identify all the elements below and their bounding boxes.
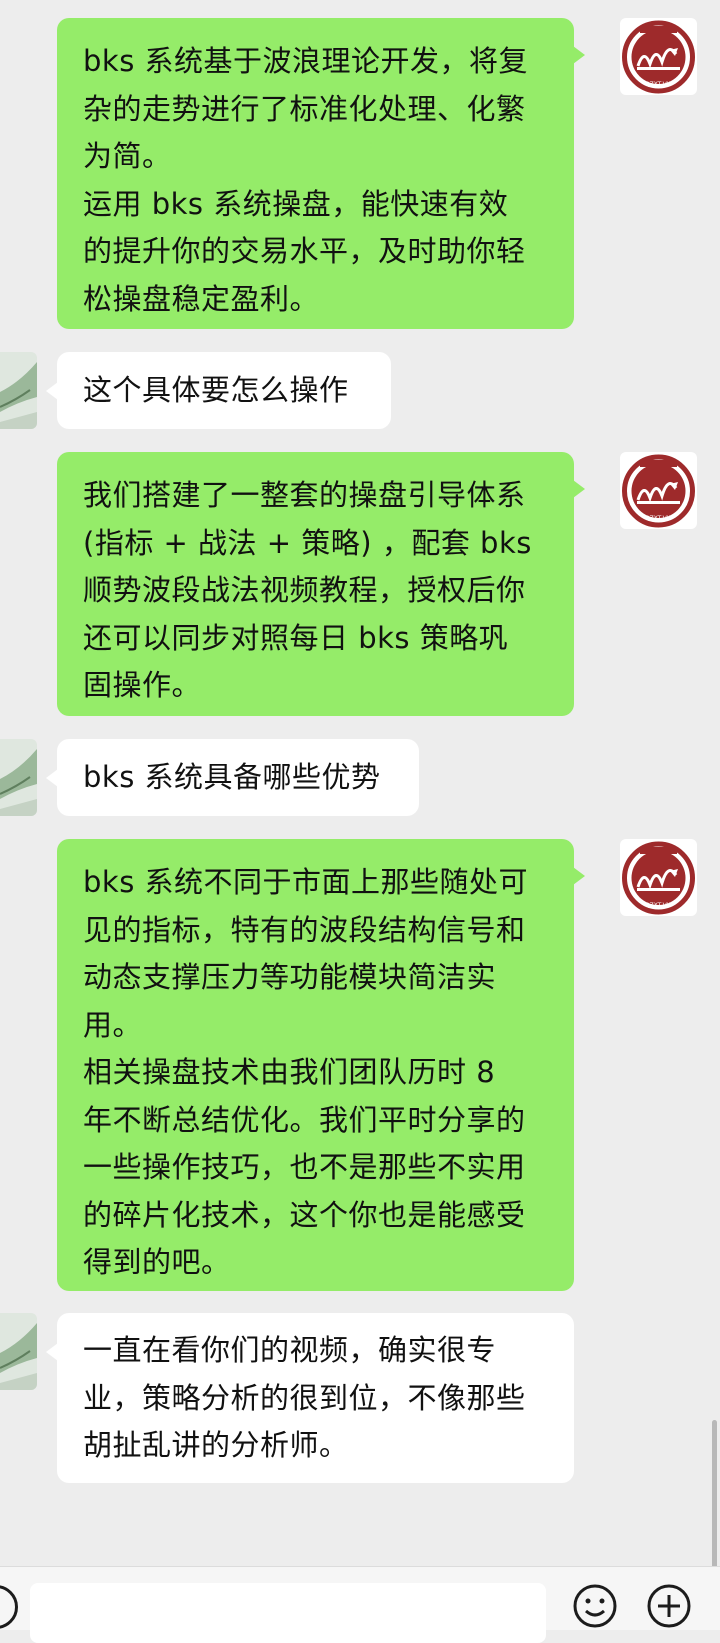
chat-area[interactable]: bks 系统基于波浪理论开发，将复 杂的走势进行了标准化处理、化繁 为简。 运用…	[0, 0, 720, 1566]
message-line: (指标 + 战法 + 策略) ，配套 bks	[83, 525, 532, 560]
message-line: 顺势波段战法视频教程，授权后你	[83, 573, 526, 607]
message-line: 这个具体要怎么操作	[83, 373, 349, 407]
avatar-self[interactable]: QZXT.VIP	[620, 452, 697, 529]
avatar-contact[interactable]	[0, 739, 37, 816]
avatar-self[interactable]: QZXT.VIP	[620, 839, 697, 916]
message-bubble-incoming[interactable]: 这个具体要怎么操作	[46, 352, 391, 429]
message-line: 得到的吧。	[83, 1245, 231, 1279]
brand-logo-icon: QZXT.VIP	[622, 20, 695, 94]
plant-photo-icon	[0, 352, 37, 429]
message-line: 年不断总结优化。我们平时分享的	[83, 1102, 526, 1137]
avatar-contact[interactable]	[0, 1313, 37, 1390]
message-bubble-outgoing[interactable]: bks 系统基于波浪理论开发，将复 杂的走势进行了标准化处理、化繁 为简。 运用…	[57, 18, 585, 329]
svg-text:QZXT.VIP: QZXT.VIP	[645, 902, 673, 909]
message-line: 杂的走势进行了标准化处理、化繁	[83, 91, 526, 126]
message-line: 动态支撑压力等功能模块简洁实	[83, 960, 497, 994]
voice-icon[interactable]	[0, 1585, 18, 1629]
chat-scrollbar[interactable]	[712, 1420, 717, 1566]
message-line: 胡扯乱讲的分析师。	[83, 1428, 349, 1462]
plus-icon[interactable]	[646, 1583, 692, 1629]
message-line: 固操作。	[83, 668, 202, 702]
emoji-icon[interactable]	[572, 1583, 618, 1629]
message-line: 我们搭建了一整套的操盘引导体系	[83, 478, 526, 512]
message-line: 的碎片化技术，这个你也是能感受	[83, 1197, 526, 1232]
input-bar	[0, 1566, 720, 1643]
message-line: 还可以同步对照每日 bks 策略巩	[83, 620, 509, 655]
message-line: 用。	[83, 1007, 143, 1042]
message-line: bks 系统不同于市面上那些随处可	[83, 865, 529, 899]
message-line: 一直在看你们的视频，确实很专	[83, 1333, 497, 1367]
message-line: 为简。	[83, 139, 172, 173]
message-line: 运用 bks 系统操盘，能快速有效	[83, 186, 509, 221]
plant-photo-icon	[0, 739, 37, 816]
message-bubble-outgoing[interactable]: 我们搭建了一整套的操盘引导体系 (指标 + 战法 + 策略) ，配套 bks 顺…	[57, 452, 585, 716]
svg-text:QZXT.VIP: QZXT.VIP	[645, 81, 673, 88]
message-input[interactable]	[30, 1583, 546, 1643]
plant-photo-icon	[0, 1313, 37, 1390]
message-bubble-outgoing[interactable]: bks 系统不同于市面上那些随处可 见的指标，特有的波段结构信号和 动态支撑压力…	[57, 839, 585, 1291]
avatar-self[interactable]: QZXT.VIP	[620, 18, 697, 95]
message-line: 一些操作技巧，也不是那些不实用	[83, 1150, 526, 1184]
message-line: bks 系统具备哪些优势	[83, 760, 381, 794]
message-line: bks 系统基于波浪理论开发，将复	[83, 44, 529, 78]
svg-text:QZXT.VIP: QZXT.VIP	[645, 515, 673, 522]
avatar-contact[interactable]	[0, 352, 37, 429]
brand-logo-icon: QZXT.VIP	[622, 454, 695, 528]
brand-logo-icon: QZXT.VIP	[622, 841, 695, 915]
message-line: 松操盘稳定盈利。	[83, 281, 320, 316]
message-line: 相关操盘技术由我们团队历时 8	[83, 1055, 496, 1089]
message-bubble-incoming[interactable]: 一直在看你们的视频，确实很专 业，策略分析的很到位，不像那些 胡扯乱讲的分析师。	[46, 1313, 574, 1483]
message-line: 业，策略分析的很到位，不像那些	[83, 1380, 526, 1415]
message-bubble-incoming[interactable]: bks 系统具备哪些优势	[46, 739, 419, 816]
message-line: 见的指标，特有的波段结构信号和	[83, 912, 526, 947]
message-line: 的提升你的交易水平，及时助你轻	[83, 234, 526, 268]
